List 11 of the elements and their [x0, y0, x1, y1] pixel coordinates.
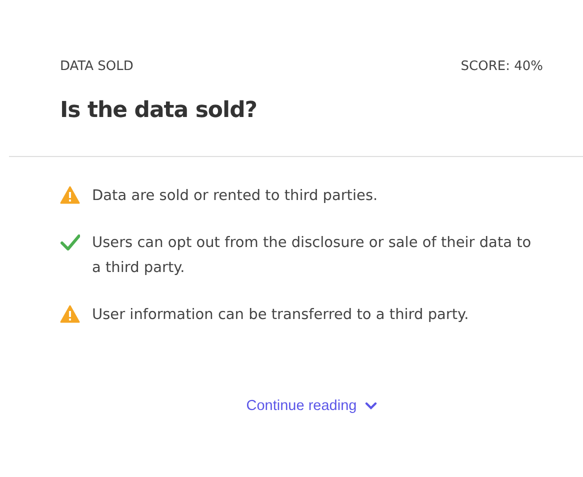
section-title: Is the data sold?: [60, 98, 258, 123]
score-label: SCORE: 40%: [460, 59, 543, 74]
finding-text: Users can opt out from the disclosure or sale of their data to a third party.: [92, 234, 532, 278]
category-label: DATA SOLD: [60, 59, 134, 74]
continue-reading-link[interactable]: Continue reading: [246, 398, 377, 414]
warning-icon: [60, 304, 80, 324]
finding-text: User information can be transferred to a third party.: [92, 306, 469, 325]
chevron-down-icon: [364, 402, 377, 410]
finding-text: Data are sold or rented to third parties.: [92, 187, 378, 206]
warning-icon: [60, 185, 80, 205]
check-icon: [60, 232, 80, 252]
